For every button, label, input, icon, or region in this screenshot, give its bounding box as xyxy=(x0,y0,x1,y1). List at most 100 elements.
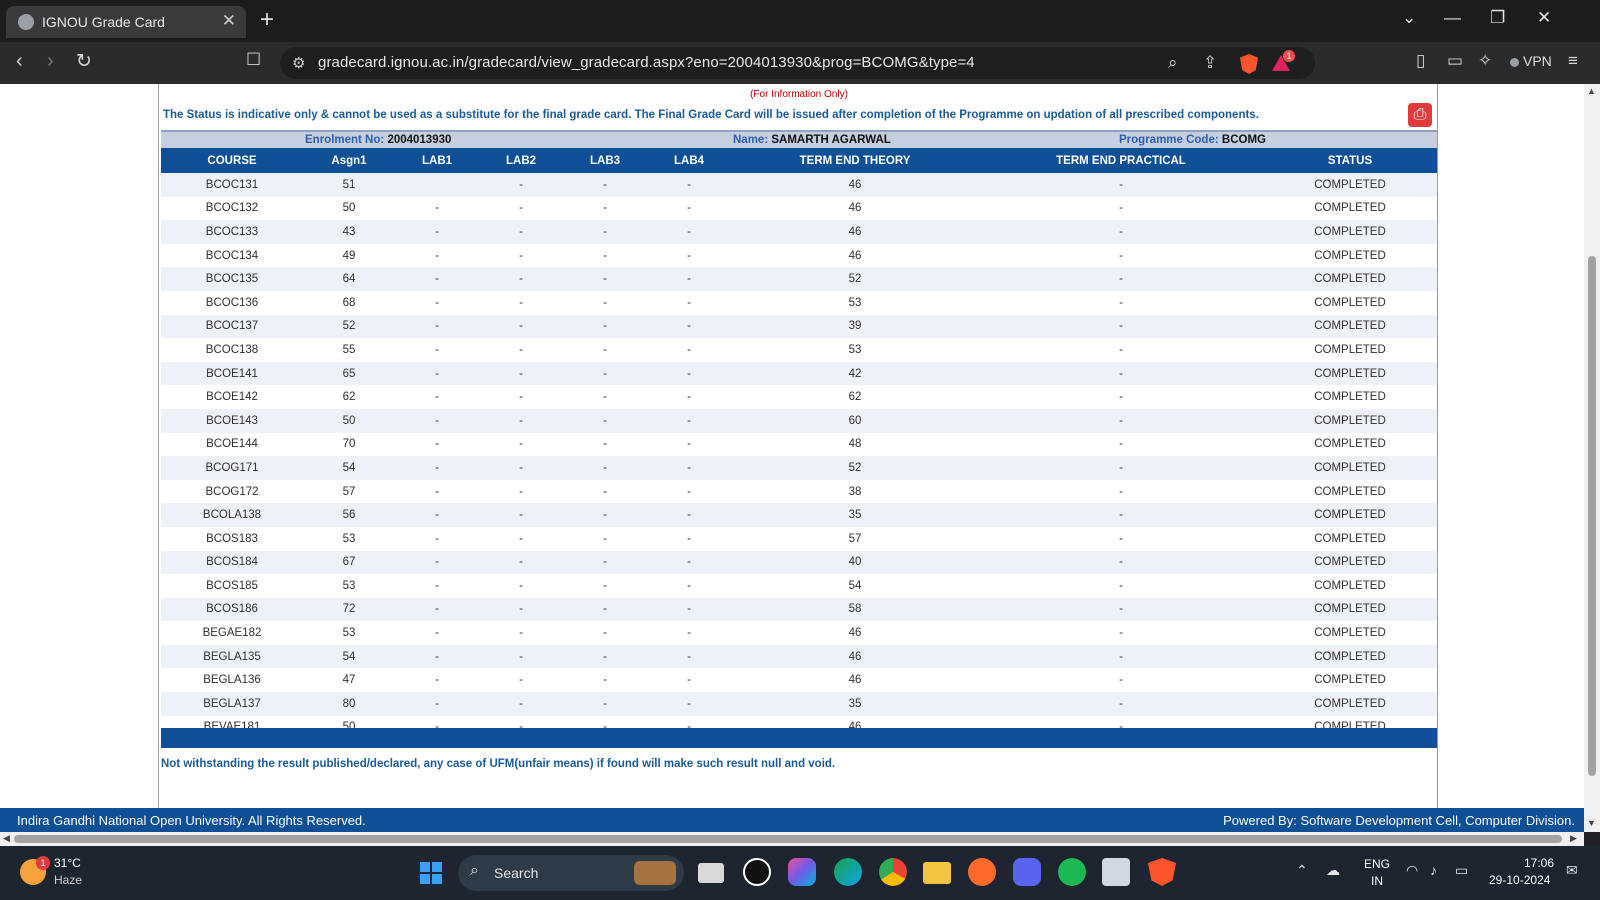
table-cell: 54 xyxy=(731,574,979,598)
address-bar[interactable]: ⚙ gradecard.ignou.ac.in/gradecard/view_g… xyxy=(280,47,1315,79)
language-bottom[interactable]: IN xyxy=(1371,874,1383,888)
table-cell: 53 xyxy=(303,574,395,598)
table-cell: - xyxy=(647,550,731,575)
tray-overflow-icon[interactable]: ⌃ xyxy=(1296,862,1308,879)
file-explorer-icon[interactable] xyxy=(923,862,951,884)
battery-icon[interactable]: ▭ xyxy=(1455,862,1468,879)
taskbar-search[interactable]: ⌕ Search xyxy=(458,855,684,891)
forward-icon[interactable]: › xyxy=(47,50,54,73)
site-settings-icon[interactable]: ⚙ xyxy=(292,54,305,72)
wallet-icon[interactable]: ▭ xyxy=(1447,51,1463,71)
table-cell: COMPLETED xyxy=(1263,196,1437,221)
edge-icon[interactable] xyxy=(834,858,862,886)
app-circle-icon[interactable] xyxy=(743,858,771,886)
notification-icon[interactable]: ✉ xyxy=(1566,862,1578,879)
scroll-right-icon[interactable]: ▶ xyxy=(1570,833,1577,844)
browser-tab[interactable]: IGNOU Grade Card ✕ xyxy=(6,6,246,38)
leo-ai-icon[interactable]: ✧ xyxy=(1478,51,1492,71)
bookmark-icon[interactable]: ☐ xyxy=(246,50,261,70)
table-row: BCOG171 54- - - -52- COMPLETED xyxy=(161,456,1437,480)
task-view-icon[interactable] xyxy=(698,863,724,883)
scroll-left-icon[interactable]: ◀ xyxy=(3,833,10,844)
table-cell: - xyxy=(479,314,563,339)
table-cell: - xyxy=(479,644,563,669)
spotify-icon[interactable] xyxy=(1058,858,1086,886)
table-row: BCOC135 64- - - -52- COMPLETED xyxy=(161,267,1437,291)
start-button[interactable] xyxy=(420,862,442,884)
table-cell: - xyxy=(979,196,1263,221)
table-cell: - xyxy=(479,479,563,504)
table-cell: - xyxy=(647,338,731,362)
onedrive-icon[interactable]: ☁ xyxy=(1326,862,1340,879)
table-cell: - xyxy=(395,220,479,244)
brave-shields-icon[interactable] xyxy=(1240,54,1258,74)
weather-description[interactable]: Haze xyxy=(54,873,82,887)
clock-date[interactable]: 29-10-2024 xyxy=(1489,873,1550,887)
table-cell: BCOG171 xyxy=(161,456,303,480)
table-cell: - xyxy=(647,456,731,480)
scroll-up-icon[interactable]: ▲ xyxy=(1587,86,1596,96)
table-cell: 39 xyxy=(731,314,979,339)
table-row: BCOLA138 56- - - -35- COMPLETED xyxy=(161,503,1437,527)
volume-icon[interactable]: ♪ xyxy=(1430,862,1437,878)
wifi-icon[interactable]: ◠ xyxy=(1406,862,1418,879)
brave-taskbar-icon[interactable] xyxy=(1148,858,1176,886)
column-header: COURSE xyxy=(161,148,303,173)
table-cell: - xyxy=(647,597,731,622)
table-cell: - xyxy=(395,408,479,433)
zoom-icon[interactable]: ⌕ xyxy=(1168,53,1178,73)
table-footer-bar xyxy=(161,728,1437,748)
table-row: BCOG172 57- - - -38- COMPLETED xyxy=(161,479,1437,504)
table-cell: - xyxy=(563,574,647,598)
language-top[interactable]: ENG xyxy=(1364,857,1390,871)
back-icon[interactable]: ‹ xyxy=(16,50,23,73)
copilot-icon[interactable] xyxy=(788,858,816,886)
snipping-tool-icon[interactable] xyxy=(1102,858,1130,886)
site-footer: Indira Gandhi National Open University. … xyxy=(0,808,1584,832)
chrome-icon[interactable] xyxy=(879,858,907,886)
vertical-scrollbar[interactable]: ▲ ▼ xyxy=(1584,84,1600,832)
share-icon[interactable]: ⇪ xyxy=(1203,53,1217,73)
table-cell: - xyxy=(647,220,731,244)
new-tab-button[interactable]: + xyxy=(260,6,274,34)
menu-icon[interactable]: ≡ xyxy=(1568,51,1578,71)
column-header: LAB3 xyxy=(563,148,647,173)
tab-close-icon[interactable]: ✕ xyxy=(222,11,236,31)
url-text[interactable]: gradecard.ignou.ac.in/gradecard/view_gra… xyxy=(318,54,975,71)
table-row: BCOE142 62- - - -62- COMPLETED xyxy=(161,385,1437,409)
restore-icon[interactable]: ❐ xyxy=(1490,8,1505,28)
vertical-scroll-thumb[interactable] xyxy=(1588,256,1596,776)
minimize-icon[interactable]: — xyxy=(1444,8,1461,28)
page-viewport: (For Information Only) The Status is ind… xyxy=(0,84,1584,832)
clock-time[interactable]: 17:06 xyxy=(1524,856,1554,870)
reload-icon[interactable]: ↻ xyxy=(76,50,92,73)
weather-temperature[interactable]: 31°C xyxy=(54,856,81,870)
table-cell: BCOS184 xyxy=(161,550,303,575)
window-close-icon[interactable]: ✕ xyxy=(1537,8,1551,28)
table-cell: - xyxy=(979,526,1263,551)
table-cell: COMPLETED xyxy=(1263,314,1437,339)
table-cell: - xyxy=(979,220,1263,244)
table-cell: - xyxy=(395,597,479,622)
gradecard-container: (For Information Only) The Status is ind… xyxy=(158,84,1438,808)
scroll-down-icon[interactable]: ▼ xyxy=(1587,818,1596,828)
sidebar-icon[interactable]: ▯ xyxy=(1416,51,1425,71)
horizontal-scroll-thumb[interactable] xyxy=(14,835,1562,843)
horizontal-scrollbar[interactable]: ◀ ▶ xyxy=(0,832,1584,846)
column-header: LAB1 xyxy=(395,148,479,173)
vpn-button[interactable]: VPN xyxy=(1510,53,1552,69)
table-cell: - xyxy=(479,290,563,315)
table-cell: 52 xyxy=(303,314,395,339)
table-cell: - xyxy=(979,267,1263,291)
table-cell: BCOE142 xyxy=(161,385,303,409)
table-cell: - xyxy=(647,243,731,268)
table-cell: - xyxy=(395,314,479,339)
tab-search-chevron-icon[interactable]: ⌄ xyxy=(1402,8,1416,28)
table-cell: BCOC131 xyxy=(161,173,303,197)
discord-icon[interactable] xyxy=(1013,858,1041,886)
table-cell: - xyxy=(563,668,647,693)
app-orange-icon[interactable] xyxy=(968,858,996,886)
table-cell: - xyxy=(479,267,563,291)
print-icon[interactable]: ⎙ xyxy=(1408,103,1432,127)
table-cell: - xyxy=(979,550,1263,575)
